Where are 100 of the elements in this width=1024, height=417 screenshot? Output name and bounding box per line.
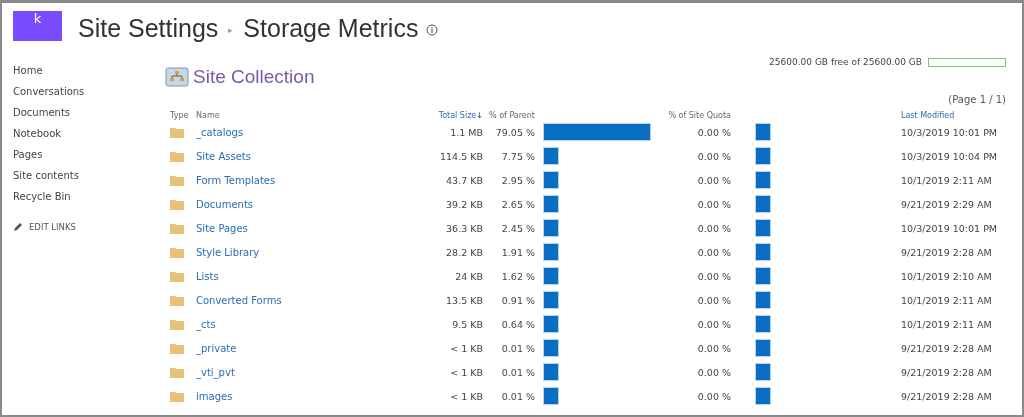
folder-link[interactable]: Site Assets bbox=[196, 150, 251, 162]
table-cell-text: 0.00 % bbox=[696, 173, 731, 188]
table-cell-text: 9/21/2019 2:28 AM bbox=[901, 365, 993, 380]
usage-bar bbox=[755, 147, 771, 165]
usage-bar bbox=[755, 219, 771, 237]
table-cell-text: 9/21/2019 2:28 AM bbox=[901, 341, 993, 356]
folder-link[interactable]: _vti_pvt bbox=[196, 366, 235, 378]
nav-link[interactable]: Recycle Bin bbox=[13, 191, 71, 203]
column-header: % of Parent bbox=[488, 110, 535, 120]
table-cell-text: 79.05 % bbox=[494, 125, 535, 140]
edit-links-link[interactable]: EDIT LINKS bbox=[13, 222, 76, 232]
usage-bar bbox=[543, 339, 559, 357]
table-cell-text: 0.64 % bbox=[500, 317, 535, 332]
folder-icon bbox=[170, 246, 184, 258]
folder-link[interactable]: Style Library bbox=[196, 246, 260, 258]
usage-bar bbox=[543, 195, 559, 213]
nav-link[interactable]: Documents bbox=[13, 107, 71, 119]
table-cell-text: 0.01 % bbox=[500, 389, 535, 404]
section-title: Site Collection bbox=[193, 66, 315, 88]
site-hierarchy-icon bbox=[165, 66, 189, 88]
folder-icon bbox=[170, 126, 184, 138]
table-cell-text: 28.2 KB bbox=[445, 245, 483, 260]
table-cell-text: 24 KB bbox=[454, 269, 483, 284]
usage-bar bbox=[543, 315, 559, 333]
table-cell-text: 0.00 % bbox=[696, 293, 731, 308]
usage-bar bbox=[755, 267, 771, 285]
table-cell-text: 1.1 MB bbox=[449, 125, 483, 140]
table-cell-text: < 1 KB bbox=[449, 341, 483, 356]
table-cell-text: 13.5 KB bbox=[445, 293, 483, 308]
folder-link[interactable]: _catalogs bbox=[196, 126, 244, 138]
nav-link[interactable]: Notebook bbox=[13, 128, 62, 140]
folder-icon bbox=[170, 390, 184, 402]
folder-icon bbox=[170, 270, 184, 282]
nav-link[interactable]: Pages bbox=[13, 149, 43, 161]
usage-bar bbox=[543, 243, 559, 261]
folder-icon bbox=[170, 366, 184, 378]
folder-link[interactable]: Site Pages bbox=[196, 222, 248, 234]
table-cell-text: 0.00 % bbox=[696, 197, 731, 212]
usage-bar bbox=[755, 291, 771, 309]
table-cell-text: 10/3/2019 10:01 PM bbox=[901, 125, 999, 140]
table-cell-text: 9.5 KB bbox=[451, 317, 483, 332]
table-cell-text: 2.45 % bbox=[500, 221, 535, 236]
table-cell-text: 0.00 % bbox=[696, 269, 731, 284]
folder-icon bbox=[170, 174, 184, 186]
table-cell-text: 10/1/2019 2:10 AM bbox=[901, 269, 993, 284]
page-indicator: (Page 1 / 1) bbox=[948, 94, 1006, 105]
column-header[interactable]: Last Modified bbox=[901, 105, 1006, 120]
column-header[interactable]: Total Size↓ bbox=[386, 105, 483, 120]
folder-icon bbox=[170, 198, 184, 210]
breadcrumb-item[interactable]: Site Settings bbox=[78, 13, 219, 43]
table-cell-text: 114.5 KB bbox=[439, 149, 483, 164]
folder-link[interactable]: Lists bbox=[196, 270, 219, 282]
column-header: Type bbox=[170, 110, 190, 120]
folder-link[interactable]: _cts bbox=[196, 318, 216, 330]
table-cell-text: 39.2 KB bbox=[445, 197, 483, 212]
quota-text: 25600.00 GB free of 25600.00 GB bbox=[769, 57, 922, 67]
table-cell-text: 0.01 % bbox=[500, 341, 535, 356]
usage-bar bbox=[755, 123, 771, 141]
usage-bar bbox=[755, 243, 771, 261]
table-cell-text: 2.95 % bbox=[500, 173, 535, 188]
table-cell-text: 0.00 % bbox=[696, 221, 731, 236]
usage-bar bbox=[755, 363, 771, 381]
table-cell-text: 0.00 % bbox=[696, 245, 731, 260]
table-cell-text: < 1 KB bbox=[449, 389, 483, 404]
usage-bar bbox=[543, 291, 559, 309]
table-cell-text: 0.91 % bbox=[500, 293, 535, 308]
usage-bar bbox=[543, 147, 559, 165]
site-logo[interactable]: k bbox=[13, 11, 62, 41]
folder-link[interactable]: _private bbox=[196, 342, 237, 354]
folder-icon bbox=[170, 222, 184, 234]
usage-bar bbox=[543, 387, 559, 405]
table-cell-text: 9/21/2019 2:28 AM bbox=[901, 245, 993, 260]
table-cell-text: 0.00 % bbox=[696, 149, 731, 164]
usage-bar bbox=[543, 363, 559, 381]
breadcrumb-item: Storage Metrics bbox=[243, 13, 419, 43]
folder-icon bbox=[170, 150, 184, 162]
folder-link[interactable]: Form Templates bbox=[196, 174, 276, 186]
usage-bar bbox=[755, 339, 771, 357]
table-cell-text: 0.01 % bbox=[500, 365, 535, 380]
pencil-icon bbox=[13, 222, 23, 232]
folder-icon bbox=[170, 294, 184, 306]
table-cell-text: 10/1/2019 2:11 AM bbox=[901, 293, 993, 308]
table-cell-text: 10/1/2019 2:11 AM bbox=[901, 173, 993, 188]
folder-link[interactable]: Documents bbox=[196, 198, 254, 210]
folder-link[interactable]: images bbox=[196, 390, 233, 402]
folder-icon bbox=[170, 318, 184, 330]
table-cell-text: < 1 KB bbox=[449, 365, 483, 380]
table-cell-text: 1.62 % bbox=[500, 269, 535, 284]
table-cell-text: 0.00 % bbox=[696, 365, 731, 380]
breadcrumb-separator: ▸ bbox=[228, 25, 234, 35]
nav-link[interactable]: Conversations bbox=[13, 86, 85, 98]
info-icon bbox=[426, 24, 439, 36]
table-cell-text: 36.3 KB bbox=[445, 221, 483, 236]
column-header: % of Site Quota bbox=[667, 110, 731, 120]
folder-link[interactable]: Converted Forms bbox=[196, 294, 282, 306]
table-cell-text: 10/3/2019 10:01 PM bbox=[901, 221, 999, 236]
nav-link[interactable]: Home bbox=[13, 65, 43, 77]
folder-icon bbox=[170, 342, 184, 354]
usage-bar bbox=[755, 171, 771, 189]
nav-link[interactable]: Site contents bbox=[13, 170, 79, 182]
